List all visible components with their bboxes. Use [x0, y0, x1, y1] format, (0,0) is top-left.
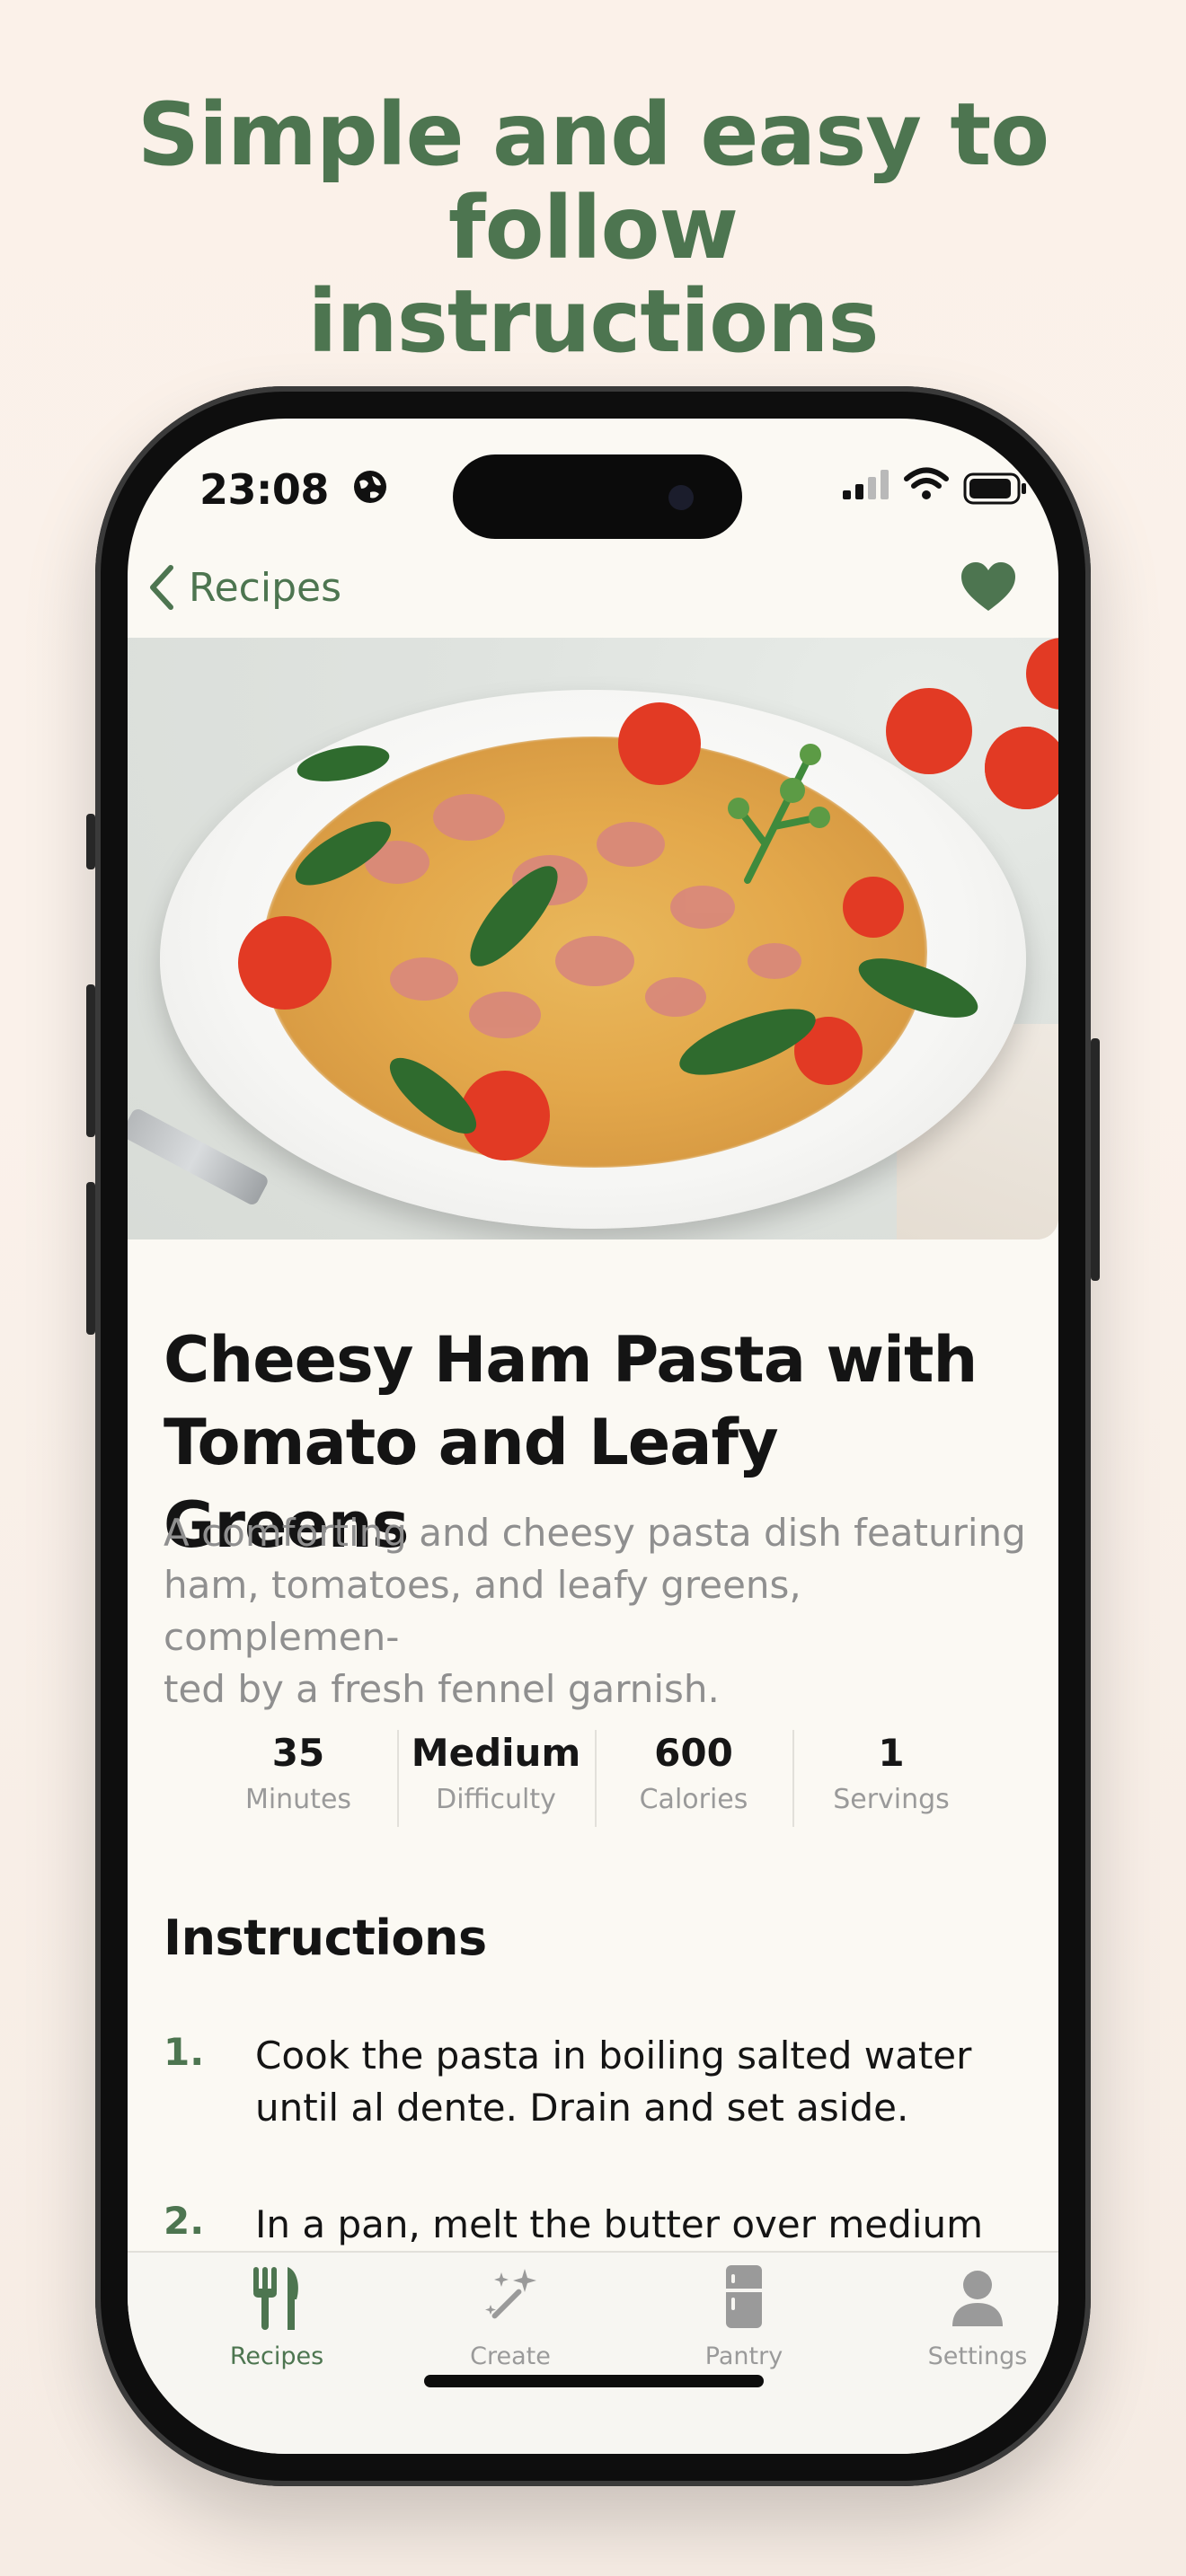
- stat-label: Servings: [833, 1784, 950, 1815]
- stat-label: Difficulty: [436, 1784, 556, 1815]
- person-icon: [952, 2271, 1003, 2326]
- tab-label: Create: [470, 2342, 551, 2370]
- stat-label: Minutes: [244, 1784, 352, 1815]
- step-text-line: Cook the pasta in boiling salted water: [255, 2033, 972, 2078]
- fridge-icon: [726, 2265, 762, 2328]
- step-text-line: until al dente. Drain and set aside.: [255, 2086, 909, 2130]
- food-toppings: [238, 638, 1058, 1160]
- sparkle-wand-icon: [485, 2269, 536, 2319]
- heart-icon[interactable]: [960, 560, 1017, 613]
- stat-value: 600: [654, 1731, 733, 1775]
- instructions-heading: Instructions: [164, 1910, 487, 1966]
- recipe-description-line-2: ham, tomatoes, and leafy greens, complem…: [164, 1563, 801, 1659]
- battery-icon: [963, 472, 1026, 505]
- phone-frame: 23:08 Recipes Cheesy Ham Pasta with Toma…: [95, 386, 1091, 2486]
- step-number: 1.: [164, 2030, 205, 2074]
- phone-volume-down-button: [86, 1182, 95, 1335]
- home-indicator[interactable]: [424, 2375, 764, 2387]
- stat-label: Calories: [639, 1784, 748, 1815]
- headline-line-2: instructions: [307, 271, 879, 372]
- tab-bar: Recipes Create Pantry Settings: [128, 2251, 1058, 2454]
- wifi-icon: [904, 467, 949, 499]
- phone-action-button: [86, 814, 95, 869]
- step-text: In a pan, melt the butter over medium: [255, 2199, 992, 2251]
- chevron-left-icon: [150, 565, 173, 610]
- back-button[interactable]: Recipes: [146, 551, 341, 623]
- step-text-line: In a pan, melt the butter over medium: [255, 2202, 983, 2246]
- cellular-signal-icon: [843, 470, 889, 499]
- stat-difficulty: Medium Difficulty: [397, 1730, 595, 1829]
- recipe-stats: 35 Minutes Medium Difficulty 600 Calorie…: [199, 1730, 990, 1829]
- recipe-title-line-1: Cheesy Ham Pasta with: [164, 1323, 978, 1397]
- stat-value: 35: [271, 1731, 325, 1775]
- stat-value: 1: [878, 1731, 905, 1775]
- headline-line-1: Simple and easy to follow: [137, 84, 1049, 278]
- tab-settings[interactable]: Settings: [888, 2262, 1058, 2396]
- tab-label: Recipes: [229, 2342, 324, 2370]
- globe-icon: [354, 471, 386, 503]
- recipe-description-line-3: ted by a fresh fennel garnish.: [164, 1667, 720, 1711]
- phone-power-button: [1091, 1038, 1100, 1281]
- recipe-hero-image: [128, 638, 1058, 1239]
- tab-recipes[interactable]: Recipes: [187, 2262, 367, 2396]
- tab-label: Pantry: [704, 2342, 783, 2370]
- fork-knife-icon: [253, 2267, 298, 2330]
- dynamic-island: [453, 454, 742, 539]
- recipe-description: A comforting and cheesy pasta dish featu…: [164, 1507, 1026, 1716]
- status-time: 23:08: [199, 465, 329, 514]
- recipe-description-line-1: A comforting and cheesy pasta dish featu…: [164, 1511, 1026, 1555]
- phone-volume-up-button: [86, 984, 95, 1137]
- stat-value: Medium: [411, 1731, 581, 1775]
- back-button-label: Recipes: [189, 564, 342, 611]
- front-camera: [668, 485, 694, 510]
- marketing-headline: Simple and easy to follow instructions: [0, 88, 1186, 368]
- step-text: Cook the pasta in boiling salted water u…: [255, 2030, 992, 2134]
- tab-label: Settings: [927, 2342, 1028, 2370]
- stat-servings: 1 Servings: [792, 1730, 990, 1829]
- stat-minutes: 35 Minutes: [199, 1730, 397, 1829]
- stat-calories: 600 Calories: [595, 1730, 792, 1829]
- step-number: 2.: [164, 2199, 205, 2243]
- phone-screen: 23:08 Recipes Cheesy Ham Pasta with Toma…: [128, 419, 1058, 2454]
